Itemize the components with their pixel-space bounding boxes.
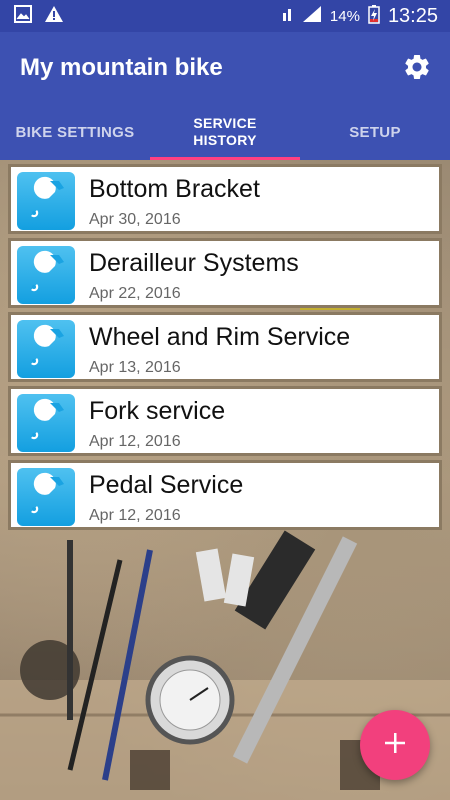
wrench-icon: [17, 172, 75, 230]
page-title: My mountain bike: [20, 54, 223, 81]
service-date: Apr 12, 2016: [89, 507, 181, 524]
service-title: Bottom Bracket: [89, 175, 260, 203]
service-title: Pedal Service: [89, 471, 244, 499]
service-history-list: Bottom Bracket Apr 30, 2016 Derailleur S…: [8, 164, 442, 534]
tab-service-history[interactable]: SERVICE HISTORY: [150, 104, 300, 160]
wrench-icon: [17, 246, 75, 304]
battery-charging-icon: [368, 4, 380, 29]
clock: 13:25: [387, 4, 438, 27]
list-item[interactable]: Derailleur Systems Apr 22, 2016: [8, 238, 442, 308]
settings-button[interactable]: [402, 52, 432, 82]
plus-icon: [384, 732, 406, 759]
wrench-icon: [17, 320, 75, 378]
status-bar: 14% 13:25: [0, 0, 450, 32]
list-item[interactable]: Wheel and Rim Service Apr 13, 2016: [8, 312, 442, 382]
image-notification-icon: [14, 4, 32, 28]
battery-percent: 14%: [329, 7, 360, 25]
list-item[interactable]: Fork service Apr 12, 2016: [8, 386, 442, 456]
signal-icon: [302, 5, 322, 28]
service-date: Apr 13, 2016: [89, 359, 181, 376]
service-date: Apr 22, 2016: [89, 285, 181, 302]
service-date: Apr 30, 2016: [89, 211, 181, 228]
tab-service-history-label: SERVICE HISTORY: [193, 115, 257, 148]
service-date: Apr 12, 2016: [89, 433, 181, 450]
list-item[interactable]: Bottom Bracket Apr 30, 2016: [8, 164, 442, 234]
gear-icon: [402, 55, 432, 86]
add-service-button[interactable]: [360, 710, 430, 780]
tab-bike-settings[interactable]: BIKE SETTINGS: [0, 104, 150, 160]
wrench-icon: [17, 394, 75, 452]
list-item[interactable]: Pedal Service Apr 12, 2016: [8, 460, 442, 530]
wrench-icon: [17, 468, 75, 526]
service-title: Wheel and Rim Service: [89, 323, 351, 351]
app-bar: My mountain bike: [0, 32, 450, 104]
warning-icon: [44, 5, 64, 28]
tab-bar: BIKE SETTINGS SERVICE HISTORY SETUP: [0, 104, 450, 160]
service-title: Derailleur Systems: [89, 249, 299, 277]
service-title: Fork service: [89, 397, 226, 425]
tab-setup[interactable]: SETUP: [300, 104, 450, 160]
wifi-icon: [282, 5, 294, 28]
